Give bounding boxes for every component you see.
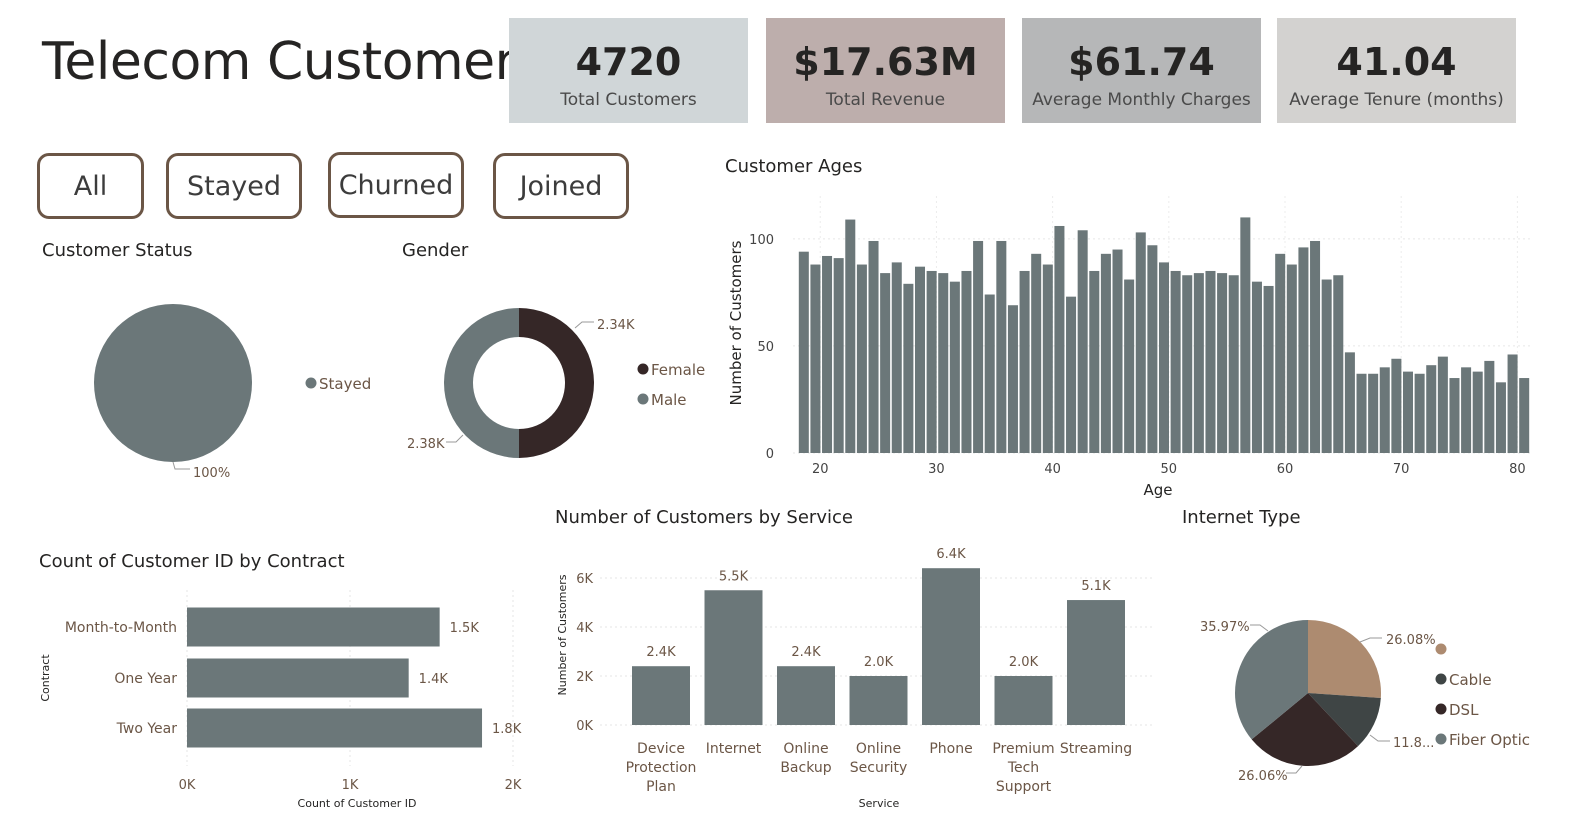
slice-data-label: 35.97%	[1200, 620, 1250, 635]
legend-label: DSL	[1449, 701, 1479, 719]
slice-data-label: 26.06%	[1238, 769, 1288, 784]
internet-type-chart: 26.08% 11.8... 26.06% 35.97% Cable DSL Fiber O…	[1200, 620, 1530, 784]
leader-line	[1369, 734, 1390, 742]
pie-slice[interactable]	[1308, 620, 1381, 698]
leader-line	[1250, 624, 1269, 632]
slice-data-label: 26.08%	[1386, 633, 1436, 648]
legend-label: Cable	[1449, 671, 1492, 689]
leader-line	[1359, 637, 1382, 643]
legend-marker	[1435, 673, 1447, 685]
legend-marker	[1435, 733, 1447, 745]
leader-line	[1286, 765, 1303, 774]
legend-marker	[1435, 643, 1447, 655]
legend-marker	[1435, 703, 1447, 715]
slice-data-label: 11.8...	[1393, 736, 1434, 751]
legend-label: Fiber Optic	[1449, 731, 1530, 749]
